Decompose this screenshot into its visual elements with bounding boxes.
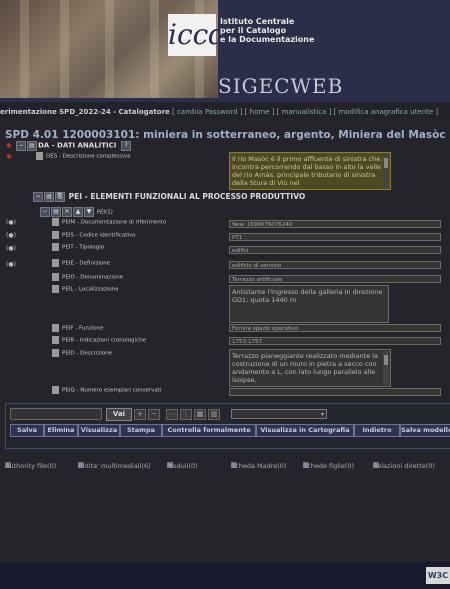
collapse-icon[interactable]: −: [16, 141, 26, 151]
peif-field[interactable]: Fornire spazio operativo: [229, 324, 441, 332]
peid-row: PEID - Descrizione: [52, 349, 112, 357]
required-icon: ✱: [6, 153, 12, 161]
footer: W3C: [0, 562, 450, 589]
up-icon[interactable]: ▲: [73, 207, 83, 217]
group-icon: ▤: [51, 207, 61, 217]
peiq-field[interactable]: [229, 388, 441, 396]
manual-link[interactable]: [ manualistica ]: [277, 108, 332, 116]
document-icon: [52, 336, 59, 344]
peie-row: PEIE - Definizione: [52, 259, 110, 267]
copy-icon[interactable]: ⎘: [55, 192, 65, 202]
edit-profile-link[interactable]: [ modifica anagrafica utente ]: [334, 108, 439, 116]
radio-icon[interactable]: (●): [6, 219, 16, 226]
group-icon: ▤: [27, 141, 37, 151]
document-icon: [52, 285, 59, 293]
peil-textarea[interactable]: Antistante l'ingresso della galleria in …: [229, 285, 389, 323]
collapse-icon[interactable]: −: [33, 192, 43, 202]
context-label: erimentazione SPD_2022-24 - Catalogatore: [0, 108, 170, 116]
save-model-button[interactable]: Salva modello: [400, 424, 450, 437]
help-icon[interactable]: ?: [121, 141, 132, 151]
document-icon: [52, 231, 59, 239]
pei-instance: − ▤ ✕ ▲ ▼ PEI(1): [40, 207, 113, 217]
w3c-badge[interactable]: W3C: [426, 567, 450, 584]
top-nav: erimentazione SPD_2022-24 - Catalogatore…: [0, 106, 450, 118]
print-button[interactable]: Stampa: [120, 424, 162, 437]
peis-row: PEIS - Codice identificativo: [52, 231, 136, 239]
action-panel: Vai + − ⋯ ⋮ ▦ ▥ ▾ Salva Elimina Visualiz…: [5, 403, 450, 449]
view-map-button[interactable]: Visualizza in Cartografia: [256, 424, 354, 437]
peir-field[interactable]: 1753-1757: [229, 337, 441, 345]
collapse-icon[interactable]: −: [40, 207, 50, 217]
search-input[interactable]: [10, 408, 102, 420]
remove-icon[interactable]: −: [148, 409, 160, 420]
pei-section[interactable]: − ▤ ⎘ PEI - ELEMENTI FUNZIONALI AL PROCESS…: [33, 192, 305, 202]
delete-icon[interactable]: ✕: [62, 207, 72, 217]
add-icon[interactable]: +: [134, 409, 146, 420]
header-banner: iccd Istituto Centrale per il Catalogo e…: [0, 0, 450, 102]
grid-icon[interactable]: ▥: [208, 409, 220, 420]
merge-icon[interactable]: ⋮: [180, 409, 192, 420]
peit-field[interactable]: edifici: [229, 246, 441, 254]
radio-icon[interactable]: (●): [6, 232, 16, 239]
document-icon: [52, 386, 59, 394]
button-row: Salva Elimina Visualizza Stampa Controll…: [6, 424, 450, 438]
home-link[interactable]: [ home ]: [245, 108, 275, 116]
peif-row: PEIF - Funzione: [52, 324, 104, 332]
peil-row: PEIL - Localizzazione: [52, 285, 119, 293]
peio-field[interactable]: Terrazzo artificiale: [229, 275, 441, 283]
document-icon: [52, 243, 59, 251]
view-button[interactable]: Visualizza: [78, 424, 120, 437]
peim-row: PEIM - Documentazione di riferimento: [52, 218, 166, 226]
da-node[interactable]: − ▤ DA - DATI ANALITICI ?: [16, 141, 132, 151]
peio-row: PEIO - Denominazione: [52, 273, 123, 281]
institute-name: Istituto Centrale per il Catalogo e la D…: [220, 17, 315, 44]
app-name: SIGECWEB: [218, 74, 344, 98]
des-row: DES - Descrizione complessiva: [36, 152, 130, 160]
action-select[interactable]: ▾: [231, 409, 327, 419]
page-title: SPD 4.01 1200003101: miniera in sotterra…: [5, 129, 446, 141]
peis-field[interactable]: PT1: [229, 233, 441, 241]
down-icon[interactable]: ▼: [84, 207, 94, 217]
document-icon: [52, 259, 59, 267]
peim-field[interactable]: New_1699676076240: [229, 220, 441, 228]
document-icon: [52, 324, 59, 332]
radio-icon[interactable]: (●): [6, 245, 16, 252]
document-icon: [36, 152, 43, 160]
delete-button[interactable]: Elimina: [44, 424, 78, 437]
radio-icon[interactable]: (●): [6, 261, 16, 268]
group-icon: ▤: [44, 192, 54, 202]
des-textarea[interactable]: Il rio Masòc è il primo affluente di sin…: [229, 152, 391, 190]
document-icon: [52, 349, 59, 357]
peit-row: PEIT - Tipologia: [52, 243, 104, 251]
peie-field[interactable]: edificio di servizio: [229, 261, 441, 269]
save-button[interactable]: Salva: [10, 424, 44, 437]
iccd-logo: iccd: [168, 14, 226, 56]
split-icon[interactable]: ⋯: [166, 409, 178, 420]
peid-textarea[interactable]: Terrazzo pianeggiante realizzato mediant…: [229, 349, 391, 387]
change-password-link[interactable]: [ cambia Password ]: [172, 108, 242, 116]
peir-row: PEIR - Indicazioni cronologiche: [52, 336, 146, 344]
chevron-down-icon: ▾: [320, 411, 324, 418]
peiq-row: PEIQ - Numero esemplari conservati: [52, 386, 161, 394]
document-icon: [52, 273, 59, 281]
vai-button[interactable]: Vai: [106, 408, 132, 421]
document-icon: [52, 218, 59, 226]
required-icon: ✱: [6, 142, 12, 150]
table-icon[interactable]: ▦: [194, 409, 206, 420]
back-button[interactable]: Indietro: [354, 424, 400, 437]
main-content: SPD 4.01 1200003101: miniera in sotterra…: [0, 118, 450, 563]
check-formal-button[interactable]: Controlla formalmente: [162, 424, 256, 437]
